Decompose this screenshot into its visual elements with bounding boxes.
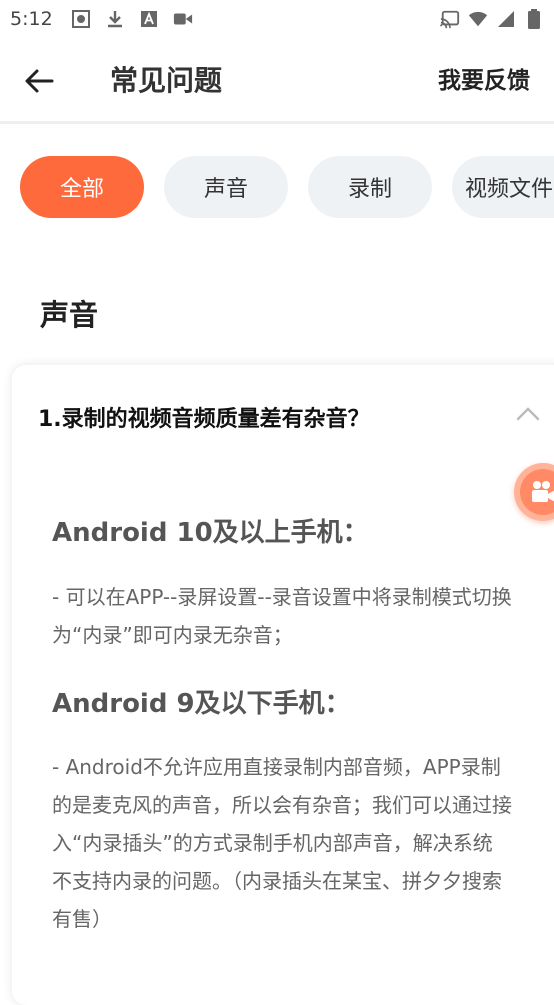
- tab-video-files[interactable]: 视频文件: [452, 156, 554, 218]
- wifi-icon: [468, 9, 488, 29]
- feedback-button[interactable]: 我要反馈: [438, 64, 530, 98]
- answer-heading-android-9: Android 9及以下手机：: [52, 689, 351, 719]
- status-bar: 5:12: [0, 0, 554, 38]
- answer-text-android-9: - Android不允许应用直接录制内部音频，APP录制的是麦克风的声音，所以会…: [52, 755, 512, 931]
- video-camera-icon: [173, 9, 193, 29]
- tab-sound[interactable]: 声音: [164, 156, 288, 218]
- tab-recording[interactable]: 录制: [308, 156, 432, 218]
- answer-text-android-10: - 可以在APP--录屏设置--录音设置中将录制模式切换为“内录”即可内录无杂音…: [52, 585, 512, 647]
- battery-icon: [524, 9, 544, 29]
- app-bar: 常见问题 我要反馈: [0, 38, 554, 124]
- section-title: 声音: [40, 298, 99, 332]
- cast-icon: [440, 9, 460, 29]
- chevron-up-icon[interactable]: [514, 401, 542, 429]
- answer-heading-android-10: Android 10及以上手机：: [52, 518, 369, 548]
- a-icon: [139, 9, 159, 29]
- tab-all[interactable]: 全部: [20, 156, 144, 218]
- status-left: 5:12: [10, 8, 193, 30]
- record-icon: [71, 9, 91, 29]
- float-inner: [520, 469, 554, 515]
- back-arrow-icon: [25, 69, 54, 93]
- video-camera-icon: [532, 481, 554, 502]
- page-title: 常见问题: [110, 64, 223, 97]
- category-tabs: 全部 声音 录制 视频文件: [0, 156, 554, 218]
- faq-question[interactable]: 1.录制的视频音频质量差有杂音？: [38, 401, 370, 433]
- back-button[interactable]: [20, 62, 58, 100]
- status-time: 5:12: [10, 8, 53, 30]
- download-icon: [105, 9, 125, 29]
- signal-icon: [496, 9, 516, 29]
- status-right: [440, 9, 544, 29]
